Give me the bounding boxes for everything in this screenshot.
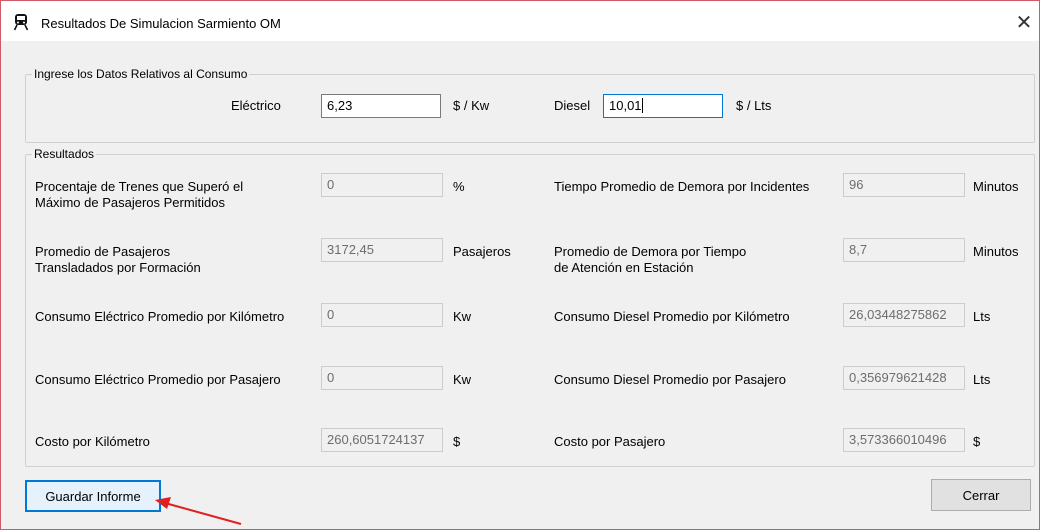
result-value-costo-pasajero: 3,573366010496 bbox=[843, 428, 965, 452]
diesel-input[interactable]: 10,01 bbox=[603, 94, 723, 118]
result-unit-diesel-pasajero: Lts bbox=[973, 372, 991, 387]
consumo-legend: Ingrese los Datos Relativos al Consumo bbox=[34, 67, 248, 81]
electrico-input[interactable]: 6,23 bbox=[321, 94, 441, 118]
result-value-diesel-km: 26,03448275862 bbox=[843, 303, 965, 327]
result-label-diesel-km: Consumo Diesel Promedio por Kilómetro bbox=[554, 309, 790, 324]
results-window: Resultados De Simulacion Sarmiento OM ✕ … bbox=[0, 0, 1040, 530]
result-unit-costo-km: $ bbox=[453, 434, 461, 449]
result-unit-electrico-pasajero: Kw bbox=[453, 372, 472, 387]
result-unit-porcentaje: % bbox=[453, 179, 465, 194]
electrico-unit: $ / Kw bbox=[453, 98, 490, 113]
result-label-demora-incidentes: Tiempo Promedio de Demora por Incidentes bbox=[554, 179, 810, 194]
result-label-demora-estacion: Promedio de Demora por Tiempo de Atención… bbox=[554, 244, 747, 275]
consumo-group: Ingrese los Datos Relativos al Consumo bbox=[25, 67, 1035, 143]
annotation-arrow-icon bbox=[155, 497, 242, 525]
result-value-diesel-pasajero: 0,356979621428 bbox=[843, 366, 965, 390]
resultados-legend: Resultados bbox=[34, 147, 95, 161]
title-bar: Resultados De Simulacion Sarmiento OM ✕ bbox=[1, 1, 1039, 41]
diesel-unit: $ / Lts bbox=[736, 98, 772, 113]
result-value-demora-estacion: 8,7 bbox=[843, 238, 965, 262]
diesel-label: Diesel bbox=[554, 98, 591, 113]
result-label-porcentaje: Procentaje de Trenes que Superó el Máximo… bbox=[35, 179, 244, 210]
result-value-demora-incidentes: 96 bbox=[843, 173, 965, 197]
result-unit-pasajeros: Pasajeros bbox=[453, 244, 511, 259]
result-value-pasajeros: 3172,45 bbox=[321, 238, 443, 262]
result-label-electrico-km: Consumo Eléctrico Promedio por Kilómetro bbox=[35, 309, 285, 324]
train-icon bbox=[13, 14, 29, 31]
result-label-pasajeros: Promedio de Pasajeros Transladados por Fo… bbox=[35, 244, 201, 275]
close-icon[interactable]: ✕ bbox=[1009, 11, 1039, 35]
result-value-costo-km: 260,6051724137 bbox=[321, 428, 443, 452]
result-label-costo-km: Costo por Kilómetro bbox=[35, 434, 150, 449]
result-unit-costo-pasajero: $ bbox=[973, 434, 981, 449]
text-caret bbox=[641, 98, 643, 113]
result-value-electrico-km: 0 bbox=[321, 303, 443, 327]
result-unit-demora-incidentes: Minutos bbox=[973, 179, 1019, 194]
result-label-costo-pasajero: Costo por Pasajero bbox=[554, 434, 666, 449]
window-title: Resultados De Simulacion Sarmiento OM bbox=[41, 16, 281, 31]
cerrar-button[interactable]: Cerrar bbox=[931, 479, 1031, 511]
result-label-electrico-pasajero: Consumo Eléctrico Promedio por Pasajero bbox=[35, 372, 281, 387]
result-label-diesel-pasajero: Consumo Diesel Promedio por Pasajero bbox=[554, 372, 786, 387]
result-unit-electrico-km: Kw bbox=[453, 309, 472, 324]
result-unit-diesel-km: Lts bbox=[973, 309, 991, 324]
result-value-electrico-pasajero: 0 bbox=[321, 366, 443, 390]
electrico-label: Eléctrico bbox=[231, 98, 281, 113]
result-unit-demora-estacion: Minutos bbox=[973, 244, 1019, 259]
result-value-porcentaje: 0 bbox=[321, 173, 443, 197]
